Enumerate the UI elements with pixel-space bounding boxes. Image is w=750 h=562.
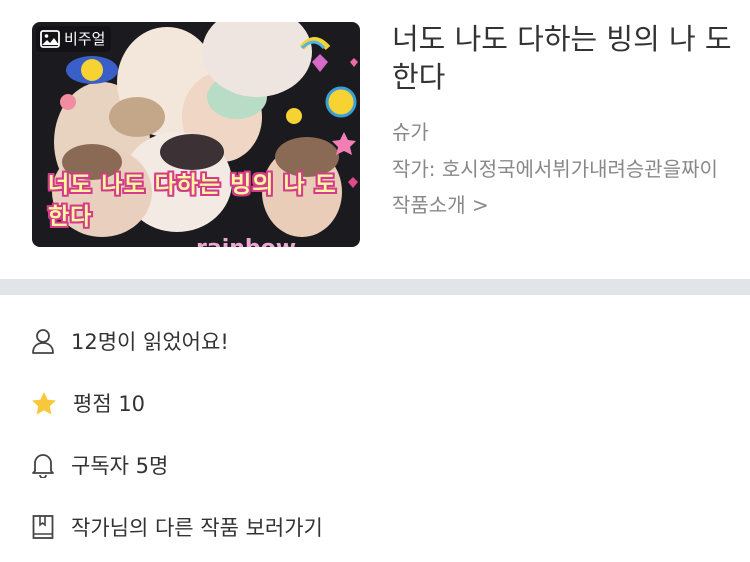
rating-value: 평점 10 — [73, 392, 146, 416]
subscribers-count: 구독자 5명 — [71, 454, 169, 478]
other-works-link[interactable]: 작가님의 다른 작품 보러가기 — [31, 510, 323, 544]
work-title: 너도 나도 다하는 빙의 나 도 한다 — [392, 22, 732, 94]
star-icon — [32, 391, 56, 414]
visual-badge-label: 비주얼 — [64, 30, 106, 48]
section-divider — [0, 279, 750, 295]
subscribers-row: 구독자 5명 — [31, 448, 168, 482]
work-subtitle: 슈가 — [392, 120, 429, 144]
readers-row: 12명이 읽었어요! — [31, 324, 229, 358]
cover-caption: 너도 나도 다하는 빙의 나 도 한다 — [48, 172, 337, 230]
readers-count: 12명이 읽었어요! — [71, 330, 229, 354]
work-intro-link[interactable]: 작품소개 > — [392, 189, 489, 218]
rating-row: 평점 10 — [31, 386, 145, 420]
bell-icon — [32, 454, 54, 478]
cover-sticker-text: rainbow — [196, 236, 296, 247]
image-icon — [40, 30, 60, 48]
cover-image[interactable]: 비주얼 너도 나도 다하는 빙의 나 도 한다 rainbow — [32, 22, 360, 247]
person-icon — [32, 329, 54, 354]
author-line[interactable]: 작가: 호시정국에서뷔가내려승관을짜이 — [392, 153, 750, 182]
visual-badge: 비주얼 — [36, 26, 112, 52]
book-icon — [32, 515, 54, 539]
other-works-label: 작가님의 다른 작품 보러가기 — [71, 516, 323, 540]
